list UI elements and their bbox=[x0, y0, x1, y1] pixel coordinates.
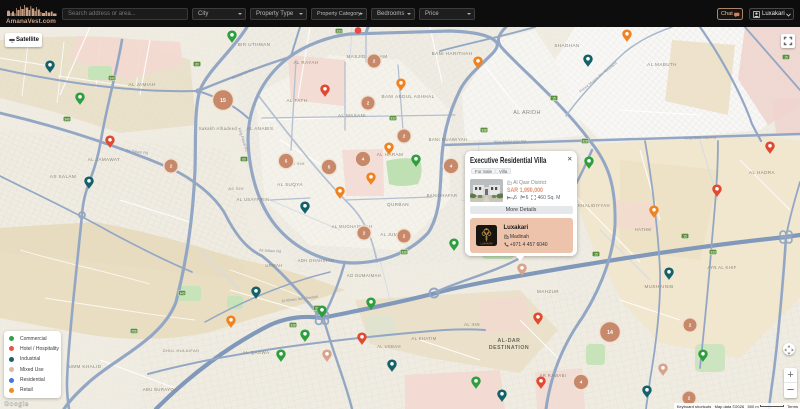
svg-text:5: 5 bbox=[328, 165, 331, 170]
svg-text:2: 2 bbox=[367, 101, 370, 106]
svg-text:15: 15 bbox=[683, 234, 687, 238]
svg-text:60: 60 bbox=[195, 62, 199, 66]
svg-text:60: 60 bbox=[242, 157, 246, 161]
svg-text:AL RAYAH: AL RAYAH bbox=[293, 60, 318, 65]
svg-text:BIR UTHMAN: BIR UTHMAN bbox=[238, 42, 271, 47]
svg-text:AYN AL KHIF: AYN AL KHIF bbox=[707, 265, 736, 270]
svg-text:AL HADRA: AL HADRA bbox=[749, 170, 776, 175]
svg-text:ADH DHAHIRAH: ADH DHAHIRAH bbox=[298, 258, 335, 263]
svg-text:Sakakh Alhadeed: Sakakh Alhadeed bbox=[199, 126, 238, 131]
svg-text:AL-DAR: AL-DAR bbox=[498, 338, 521, 344]
svg-text:15: 15 bbox=[220, 98, 226, 104]
svg-text:AL USAYFIRIN: AL USAYFIRIN bbox=[237, 197, 270, 202]
svg-text:AL KHATIM: AL KHATIM bbox=[411, 336, 436, 341]
svg-text:2: 2 bbox=[689, 323, 692, 328]
svg-text:15: 15 bbox=[594, 252, 598, 256]
svg-text:AL SUQYA: AL SUQYA bbox=[277, 182, 303, 187]
svg-text:340: 340 bbox=[179, 291, 185, 295]
svg-text:2: 2 bbox=[403, 234, 406, 239]
svg-text:AL ARIDH: AL ARIDH bbox=[513, 110, 541, 116]
svg-text:BANI HARITHAH: BANI HARITHAH bbox=[432, 51, 473, 56]
svg-text:AL MASANI: AL MASANI bbox=[338, 113, 366, 118]
svg-text:2: 2 bbox=[688, 396, 691, 401]
svg-text:BANI MUAWIYAH: BANI MUAWIYAH bbox=[429, 137, 468, 142]
svg-text:AL JAMIAH: AL JAMIAH bbox=[128, 82, 155, 87]
svg-text:2: 2 bbox=[363, 231, 366, 236]
svg-text:2: 2 bbox=[170, 164, 173, 169]
svg-text:333: 333 bbox=[390, 116, 396, 120]
svg-text:AL MABUTH: AL MABUTH bbox=[647, 62, 677, 67]
svg-text:AL ANABIS: AL ANABIS bbox=[247, 126, 274, 131]
svg-text:2: 2 bbox=[373, 59, 376, 64]
svg-text:AL USBAH: AL USBAH bbox=[377, 344, 401, 349]
svg-text:BANI ABDUL ASHHAL: BANI ABDUL ASHHAL bbox=[381, 94, 434, 99]
svg-text:328: 328 bbox=[582, 139, 588, 143]
svg-text:333: 333 bbox=[710, 250, 716, 254]
svg-text:4: 4 bbox=[580, 380, 583, 385]
svg-text:338: 338 bbox=[481, 128, 487, 132]
svg-text:15: 15 bbox=[784, 55, 788, 59]
svg-text:333: 333 bbox=[336, 29, 342, 33]
svg-text:340: 340 bbox=[64, 117, 70, 121]
svg-text:15: 15 bbox=[552, 96, 556, 100]
svg-text:HATHM: HATHM bbox=[635, 227, 652, 232]
svg-text:BANIDHAFAR: BANIDHAFAR bbox=[427, 193, 458, 198]
svg-text:URMAH: URMAH bbox=[265, 263, 282, 268]
svg-text:QURBAN: QURBAN bbox=[387, 202, 409, 207]
svg-text:AS SALAM: AS SALAM bbox=[50, 174, 76, 179]
svg-text:King Abdul Aziz Rd: King Abdul Aziz Rd bbox=[684, 136, 716, 141]
svg-text:2: 2 bbox=[403, 134, 406, 139]
svg-text:AL IHN: AL IHN bbox=[464, 322, 480, 327]
svg-text:MUSHAINIB: MUSHAINIB bbox=[644, 284, 673, 289]
svg-text:14: 14 bbox=[607, 330, 613, 336]
svg-text:AD DUMAIMAH: AD DUMAIMAH bbox=[347, 273, 381, 278]
svg-text:340: 340 bbox=[109, 76, 115, 80]
svg-text:5: 5 bbox=[285, 159, 288, 164]
svg-text:4: 4 bbox=[362, 157, 365, 162]
svg-text:256: 256 bbox=[131, 329, 137, 333]
svg-text:DESTINATION: DESTINATION bbox=[489, 345, 529, 351]
svg-text:AS SIH: AS SIH bbox=[228, 186, 244, 191]
svg-text:MAHZUR: MAHZUR bbox=[537, 289, 559, 294]
svg-text:King Abdul Aziz Rd: King Abdul Aziz Rd bbox=[494, 140, 526, 145]
svg-text:AL JAMAWAT: AL JAMAWAT bbox=[88, 157, 121, 162]
svg-text:338: 338 bbox=[401, 250, 407, 254]
svg-text:4: 4 bbox=[450, 164, 453, 169]
svg-text:SHADHAN: SHADHAN bbox=[554, 43, 579, 48]
svg-text:ABU BURAYQA: ABU BURAYQA bbox=[143, 387, 177, 392]
svg-text:338: 338 bbox=[290, 323, 296, 327]
svg-text:UMM KHALID: UMM KHALID bbox=[69, 364, 102, 369]
svg-text:KHALIDIYYAH: KHALIDIYYAH bbox=[578, 203, 610, 208]
svg-text:AL FATH: AL FATH bbox=[287, 98, 308, 103]
svg-text:DHUL HULAIFAH: DHUL HULAIFAH bbox=[163, 348, 200, 353]
svg-text:LUXAKARI: LUXAKARI bbox=[480, 242, 492, 245]
svg-text:AL QASWA: AL QASWA bbox=[243, 350, 270, 355]
